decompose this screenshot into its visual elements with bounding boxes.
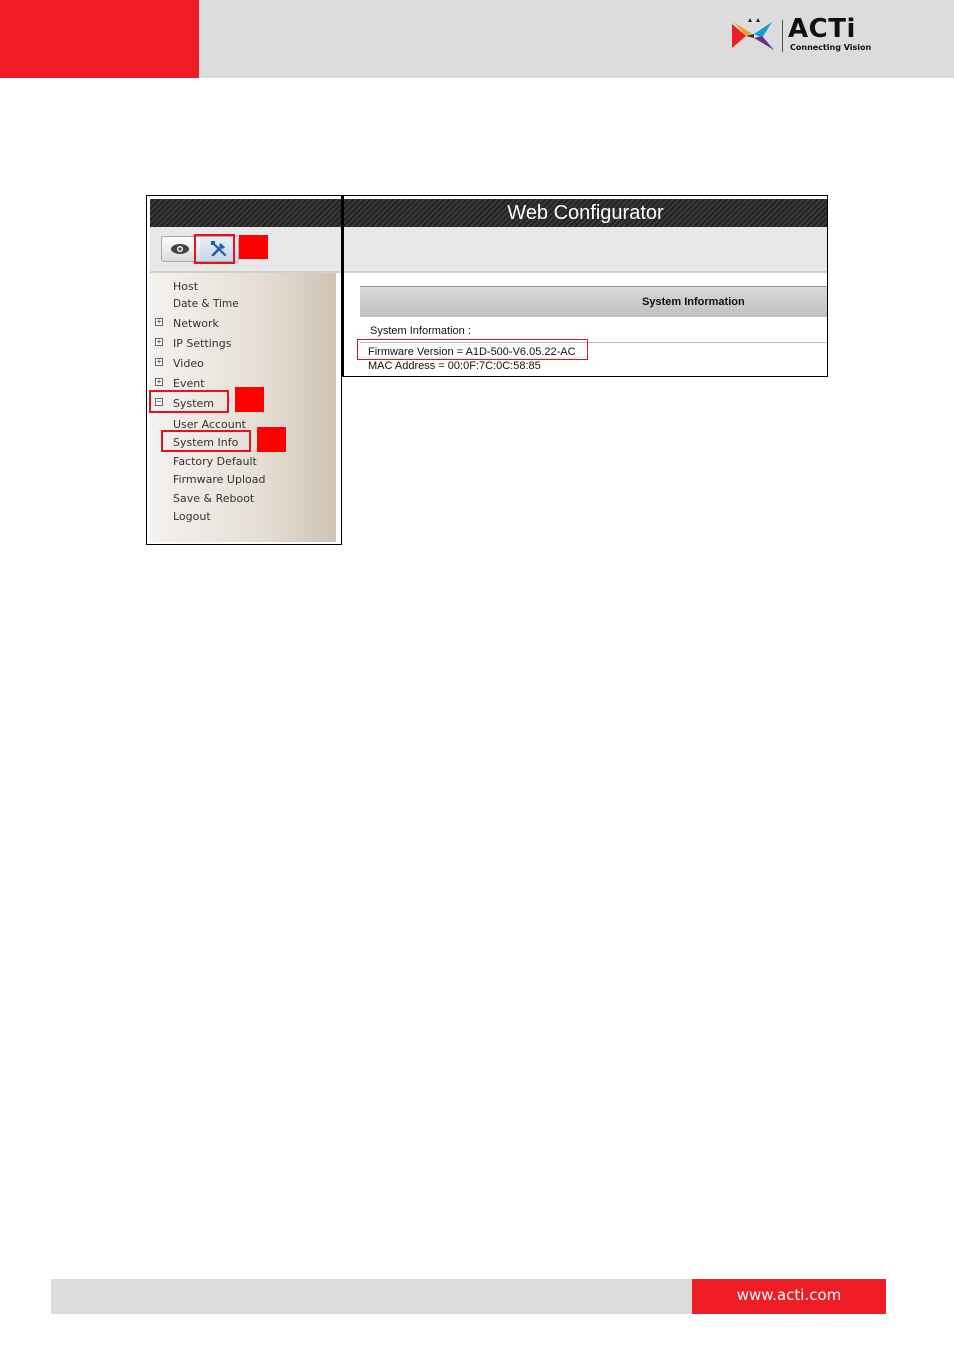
menu-item-save-reboot[interactable]: Save & Reboot (173, 492, 254, 505)
menu-item-network[interactable]: Network (173, 317, 219, 330)
menu-item-logout[interactable]: Logout (173, 510, 211, 523)
expand-event-icon[interactable]: + (155, 378, 163, 386)
footer-website-link[interactable]: www.acti.com (692, 1279, 886, 1314)
acti-logo: ACTi Connecting Vision (732, 14, 872, 58)
system-information-heading: System Information (642, 296, 745, 308)
nav-title-bar (150, 199, 341, 227)
highlight-setup-button (194, 234, 235, 264)
step-marker-1 (239, 235, 268, 259)
live-view-button[interactable] (162, 237, 198, 261)
menu-item-firmware-upload[interactable]: Firmware Upload (173, 473, 265, 486)
system-information-header: System Information (360, 286, 827, 317)
step-marker-3 (257, 427, 286, 452)
step-marker-2 (235, 387, 264, 412)
highlight-system-info (161, 430, 251, 452)
logo-divider (782, 20, 783, 52)
logo-tagline: Connecting Vision (790, 43, 872, 52)
expand-ip-settings-icon[interactable]: + (155, 338, 163, 346)
logo-wordmark: ACTi (788, 14, 856, 44)
menu-item-event[interactable]: Event (173, 377, 205, 390)
header-red-block (0, 0, 199, 78)
menu-item-factory-default[interactable]: Factory Default (173, 455, 257, 468)
expand-network-icon[interactable]: + (155, 318, 163, 326)
highlight-firmware-version (357, 339, 588, 360)
system-information-label: System Information : (370, 325, 471, 337)
menu-item-video[interactable]: Video (173, 357, 204, 370)
acti-logo-mark-icon (732, 18, 774, 50)
mac-address-value: MAC Address = 00:0F:7C:0C:58:85 (368, 360, 541, 372)
web-configurator-title: Web Configurator (507, 202, 664, 224)
menu-item-date-time[interactable]: Date & Time (173, 298, 239, 310)
content-toolbar (344, 227, 827, 273)
menu-item-ip-settings[interactable]: IP Settings (173, 337, 232, 350)
menu-item-host[interactable]: Host (173, 280, 198, 293)
highlight-system-menu (149, 390, 229, 413)
eye-icon (171, 244, 189, 254)
expand-video-icon[interactable]: + (155, 358, 163, 366)
